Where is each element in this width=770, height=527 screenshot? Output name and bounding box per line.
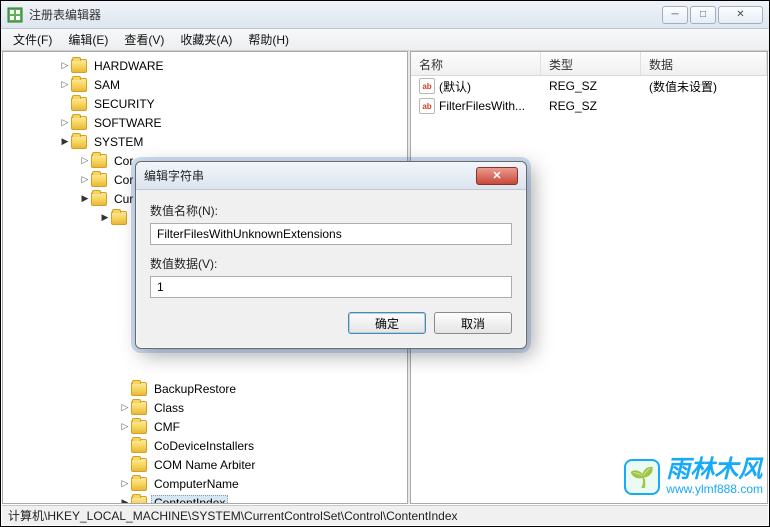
- collapse-icon[interactable]: ▶: [119, 497, 131, 504]
- tree-item[interactable]: CMF: [151, 419, 183, 435]
- dialog-close-button[interactable]: ✕: [476, 167, 518, 185]
- folder-icon: [131, 496, 147, 505]
- folder-icon: [71, 135, 87, 149]
- tree-item[interactable]: Class: [151, 400, 187, 416]
- string-value-icon: ab: [419, 98, 435, 114]
- tree-item[interactable]: Cor: [111, 172, 136, 188]
- list-row[interactable]: ab(默认) REG_SZ (数值未设置): [411, 76, 767, 96]
- string-value-icon: ab: [419, 78, 435, 94]
- folder-icon: [71, 78, 87, 92]
- collapse-icon[interactable]: ▶: [79, 193, 91, 204]
- column-type[interactable]: 类型: [541, 52, 641, 75]
- folder-icon: [91, 192, 107, 206]
- cancel-button[interactable]: 取消: [434, 312, 512, 334]
- column-data[interactable]: 数据: [641, 52, 767, 75]
- value-name-field[interactable]: [150, 223, 512, 245]
- tree-item[interactable]: SYSTEM: [91, 134, 146, 150]
- tree-item[interactable]: BackupRestore: [151, 381, 239, 397]
- expand-icon[interactable]: ▷: [119, 402, 131, 413]
- folder-icon: [71, 97, 87, 111]
- tree-item-selected[interactable]: ContentIndex: [151, 495, 228, 505]
- folder-icon: [131, 401, 147, 415]
- value-name: FilterFilesWith...: [439, 99, 525, 113]
- tree-item[interactable]: SOFTWARE: [91, 115, 165, 131]
- ok-button[interactable]: 确定: [348, 312, 426, 334]
- tree-item[interactable]: HARDWARE: [91, 58, 167, 74]
- collapse-icon[interactable]: ▶: [59, 136, 71, 147]
- folder-icon: [71, 116, 87, 130]
- value-type: REG_SZ: [541, 77, 641, 95]
- tree-item[interactable]: SECURITY: [91, 96, 158, 112]
- maximize-button[interactable]: □: [690, 6, 716, 24]
- collapse-icon[interactable]: ▶: [99, 212, 111, 223]
- close-button[interactable]: ✕: [718, 6, 763, 24]
- menu-bar: 文件(F) 编辑(E) 查看(V) 收藏夹(A) 帮助(H): [1, 29, 769, 51]
- menu-help[interactable]: 帮助(H): [240, 29, 297, 50]
- column-name[interactable]: 名称: [411, 52, 541, 75]
- tree-item[interactable]: CoDeviceInstallers: [151, 438, 257, 454]
- expand-icon[interactable]: ▷: [59, 60, 71, 71]
- folder-icon: [131, 382, 147, 396]
- folder-icon: [131, 477, 147, 491]
- dialog-title-bar[interactable]: 编辑字符串 ✕: [136, 162, 526, 190]
- folder-icon: [91, 154, 107, 168]
- list-header: 名称 类型 数据: [411, 52, 767, 76]
- menu-view[interactable]: 查看(V): [116, 29, 172, 50]
- status-path: 计算机\HKEY_LOCAL_MACHINE\SYSTEM\CurrentCon…: [8, 507, 458, 524]
- tree-item[interactable]: COM Name Arbiter: [151, 457, 258, 473]
- folder-icon: [131, 420, 147, 434]
- tree-item[interactable]: Cur: [111, 191, 136, 207]
- status-bar: 计算机\HKEY_LOCAL_MACHINE\SYSTEM\CurrentCon…: [2, 505, 768, 525]
- expand-icon[interactable]: ▷: [119, 421, 131, 432]
- app-icon: [7, 7, 23, 23]
- window-title: 注册表编辑器: [29, 6, 662, 23]
- value-name-label: 数值名称(N):: [150, 202, 512, 219]
- value-name: (默认): [439, 78, 471, 95]
- value-data-label: 数值数据(V):: [150, 255, 512, 272]
- expand-icon[interactable]: ▷: [79, 174, 91, 185]
- tree-item[interactable]: Cor: [111, 153, 136, 169]
- value-type: REG_SZ: [541, 97, 641, 115]
- folder-icon: [131, 439, 147, 453]
- menu-file[interactable]: 文件(F): [5, 29, 60, 50]
- expand-icon[interactable]: ▷: [59, 117, 71, 128]
- expand-icon[interactable]: ▷: [119, 478, 131, 489]
- tree-item[interactable]: SAM: [91, 77, 123, 93]
- value-data-field[interactable]: [150, 276, 512, 298]
- list-row[interactable]: ab FilterFilesWith... REG_SZ: [411, 96, 767, 116]
- minimize-button[interactable]: ─: [662, 6, 688, 24]
- menu-edit[interactable]: 编辑(E): [60, 29, 116, 50]
- folder-icon: [71, 59, 87, 73]
- title-bar: 注册表编辑器 ─ □ ✕: [1, 1, 769, 29]
- menu-favorites[interactable]: 收藏夹(A): [172, 29, 240, 50]
- expand-icon[interactable]: ▷: [79, 155, 91, 166]
- tree-item[interactable]: ComputerName: [151, 476, 242, 492]
- expand-icon[interactable]: ▷: [59, 79, 71, 90]
- dialog-title: 编辑字符串: [144, 167, 476, 184]
- folder-icon: [111, 211, 127, 225]
- value-data: [641, 104, 767, 108]
- value-data: (数值未设置): [641, 76, 767, 97]
- folder-icon: [131, 458, 147, 472]
- edit-string-dialog: 编辑字符串 ✕ 数值名称(N): 数值数据(V): 确定 取消: [135, 161, 527, 349]
- folder-icon: [91, 173, 107, 187]
